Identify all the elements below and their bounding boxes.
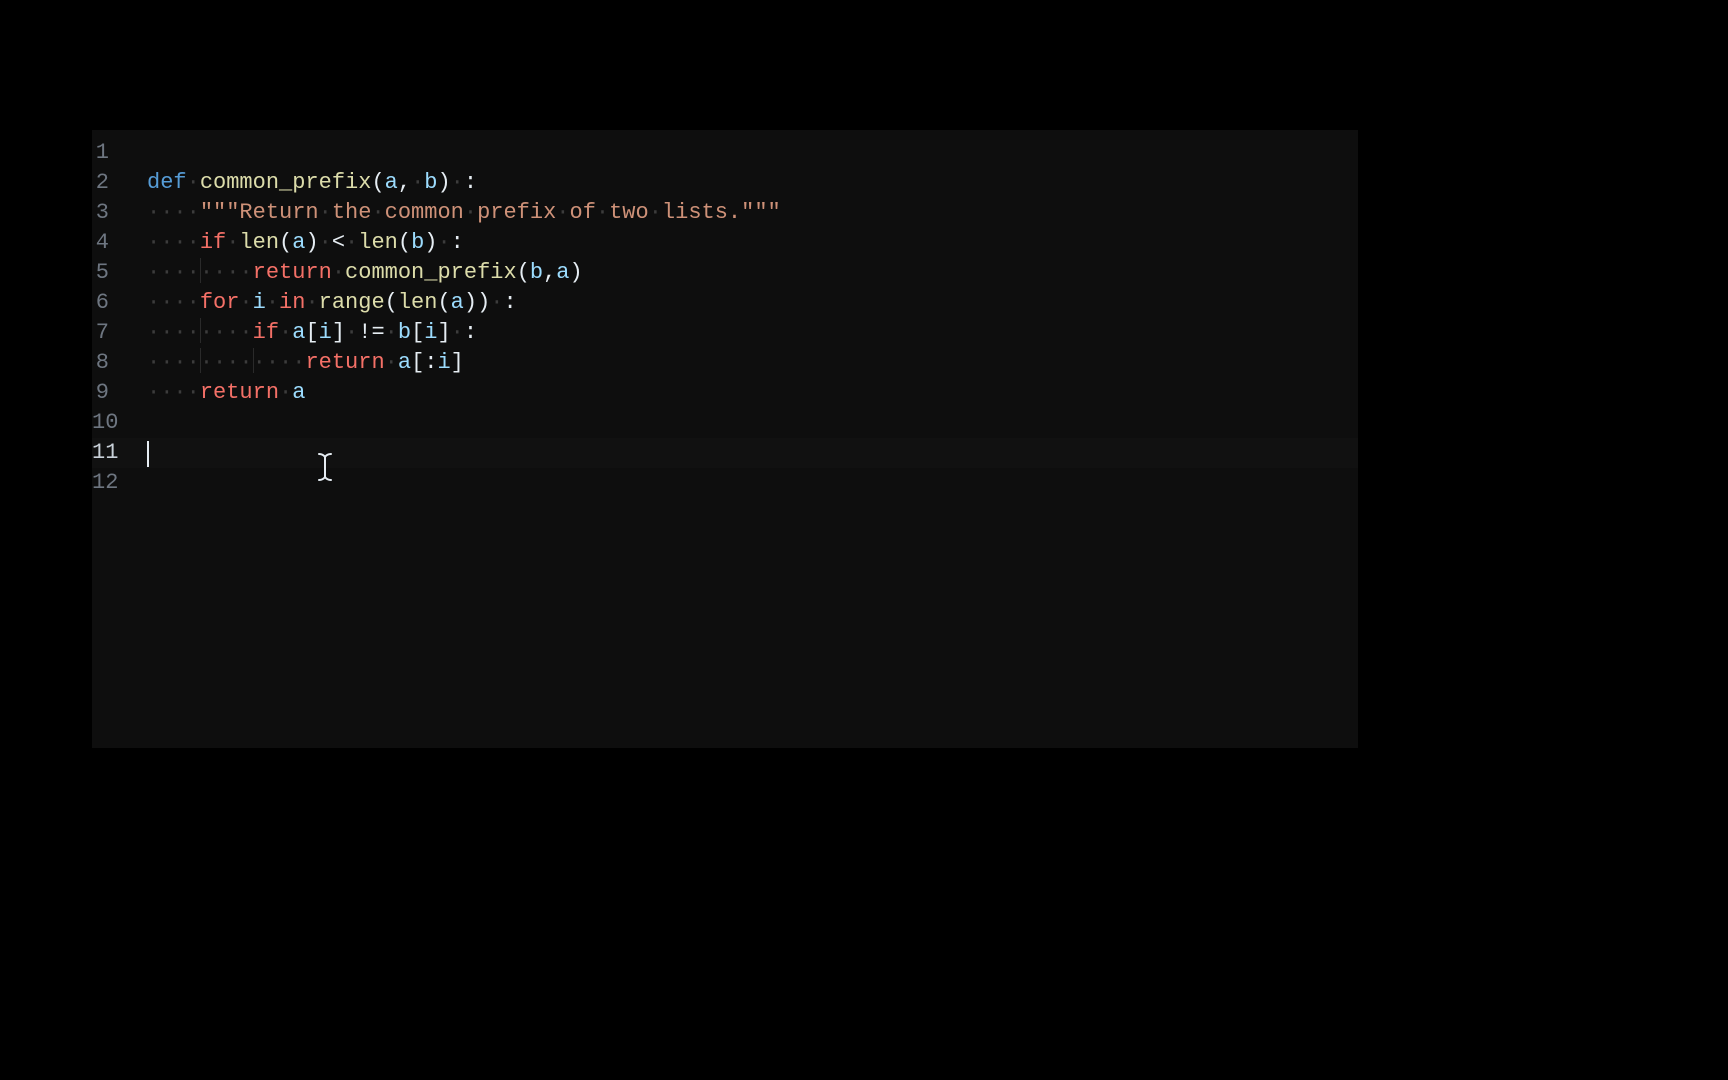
code-line[interactable]: 10: [92, 408, 1358, 438]
line-number: 9: [92, 378, 147, 408]
code-line[interactable]: 9····return·a: [92, 378, 1358, 408]
line-number: 8: [92, 348, 147, 378]
line-number: 7: [92, 318, 147, 348]
line-number: 2: [92, 168, 147, 198]
line-content[interactable]: [147, 438, 1358, 468]
line-content[interactable]: ····for·i·in·range(len(a))·:: [147, 288, 1358, 318]
code-line[interactable]: 4····if·len(a)·<·len(b)·:: [92, 228, 1358, 258]
code-line[interactable]: 12: [92, 468, 1358, 498]
line-content[interactable]: ········if·a[i]·!=·b[i]·:: [147, 318, 1358, 348]
code-area[interactable]: 12def·common_prefix(a,·b)·:3····"""Retur…: [92, 130, 1358, 498]
line-content[interactable]: ····"""Return·the·common·prefix·of·two·l…: [147, 198, 1358, 228]
line-number: 11: [92, 438, 147, 468]
line-number: 4: [92, 228, 147, 258]
code-line[interactable]: 1: [92, 138, 1358, 168]
code-editor[interactable]: 12def·common_prefix(a,·b)·:3····"""Retur…: [92, 130, 1358, 748]
code-line[interactable]: 11: [92, 438, 1358, 468]
code-line[interactable]: 3····"""Return·the·common·prefix·of·two·…: [92, 198, 1358, 228]
code-line[interactable]: 2def·common_prefix(a,·b)·:: [92, 168, 1358, 198]
code-line[interactable]: 7········if·a[i]·!=·b[i]·:: [92, 318, 1358, 348]
line-number: 10: [92, 408, 147, 438]
line-number: 5: [92, 258, 147, 288]
code-line[interactable]: 8············return·a[:i]: [92, 348, 1358, 378]
line-content[interactable]: ············return·a[:i]: [147, 348, 1358, 378]
line-number: 1: [92, 138, 147, 168]
code-line[interactable]: 6····for·i·in·range(len(a))·:: [92, 288, 1358, 318]
line-content[interactable]: def·common_prefix(a,·b)·:: [147, 168, 1358, 198]
line-content[interactable]: ····return·a: [147, 378, 1358, 408]
line-content[interactable]: ········return·common_prefix(b,a): [147, 258, 1358, 288]
line-number: 6: [92, 288, 147, 318]
line-number: 12: [92, 468, 147, 498]
text-caret: [147, 441, 149, 467]
line-content[interactable]: ····if·len(a)·<·len(b)·:: [147, 228, 1358, 258]
code-line[interactable]: 5········return·common_prefix(b,a): [92, 258, 1358, 288]
line-number: 3: [92, 198, 147, 228]
